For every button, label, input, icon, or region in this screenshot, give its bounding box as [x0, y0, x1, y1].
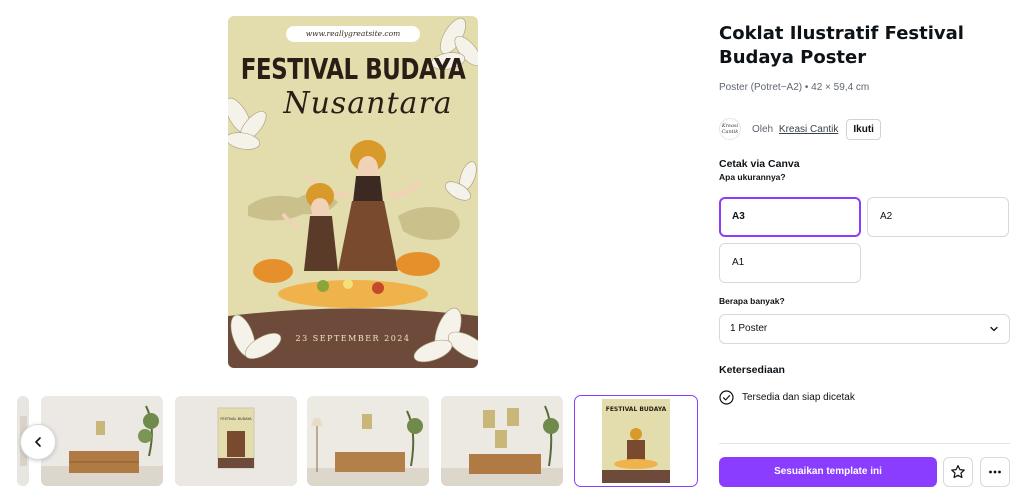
star-icon [951, 465, 965, 479]
availability-status-row: Tersedia dan siap dicetak [719, 390, 855, 405]
thumbnail-poster-wall[interactable]: FESTIVAL BUDAYA [175, 396, 297, 486]
size-option-label: A2 [880, 211, 893, 222]
product-subtitle: Poster (Potret−A2) • 42 × 59,4 cm [719, 82, 870, 93]
quantity-value: 1 Poster [730, 323, 768, 334]
qty-question: Berapa banyak? [719, 296, 785, 306]
poster-date: 23 SEPTEMBER 2024 [295, 334, 411, 343]
quantity-select[interactable]: 1 Poster [719, 314, 1010, 344]
customize-template-button[interactable]: Sesuaikan template ini [719, 457, 937, 487]
svg-text:FESTIVAL BUDAYA: FESTIVAL BUDAYA [606, 406, 667, 413]
availability-heading: Ketersediaan [719, 364, 785, 376]
thumbnail-room-living[interactable] [41, 396, 163, 486]
template-preview: www.reallygreatsite.com FESTIVAL BUDAYA … [228, 16, 478, 368]
poster-script-word: Nusantara [283, 86, 453, 121]
chevron-left-icon [35, 437, 41, 447]
by-label: Oleh [752, 123, 774, 135]
author-logo-text: Kreasi Cantik [721, 123, 739, 135]
svg-text:FESTIVAL BUDAYA: FESTIVAL BUDAYA [220, 417, 252, 421]
more-options-button[interactable] [980, 457, 1010, 487]
follow-button[interactable]: Ikuti [846, 118, 881, 140]
author-link[interactable]: Kreasi Cantik [779, 124, 838, 135]
carousel-prev-button[interactable] [20, 424, 56, 460]
size-option-label: A3 [732, 211, 745, 222]
print-heading: Cetak via Canva [719, 158, 800, 170]
favorite-button[interactable] [943, 457, 973, 487]
thumbnail-poster-flat[interactable]: FESTIVAL BUDAYA [574, 395, 698, 487]
thumbnail-room-console[interactable] [307, 396, 429, 486]
product-panel: Coklat Ilustratif Festival Budaya Poster… [719, 22, 1011, 182]
author-row: Kreasi Cantik Oleh Kreasi Cantik Ikuti [719, 118, 1011, 140]
divider [719, 443, 1010, 444]
size-option-a1[interactable]: A1 [719, 243, 861, 283]
size-option-a2[interactable]: A2 [867, 197, 1009, 237]
size-option-a3[interactable]: A3 [719, 197, 861, 237]
check-circle-icon [719, 390, 734, 405]
size-option-label: A1 [732, 257, 745, 268]
poster-url: www.reallygreatsite.com [286, 26, 420, 42]
thumbnail-room-sideboard[interactable] [441, 396, 563, 486]
availability-status: Tersedia dan siap dicetak [742, 392, 855, 403]
poster-headline: FESTIVAL BUDAYA [240, 54, 466, 87]
size-question: Apa ukurannya? [719, 172, 786, 182]
chevron-down-icon [990, 326, 998, 332]
author-byline: Oleh Kreasi Cantik [752, 124, 838, 135]
author-logo[interactable]: Kreasi Cantik [719, 118, 741, 140]
more-horizontal-icon [989, 470, 1001, 474]
product-title: Coklat Ilustratif Festival Budaya Poster [719, 23, 964, 68]
